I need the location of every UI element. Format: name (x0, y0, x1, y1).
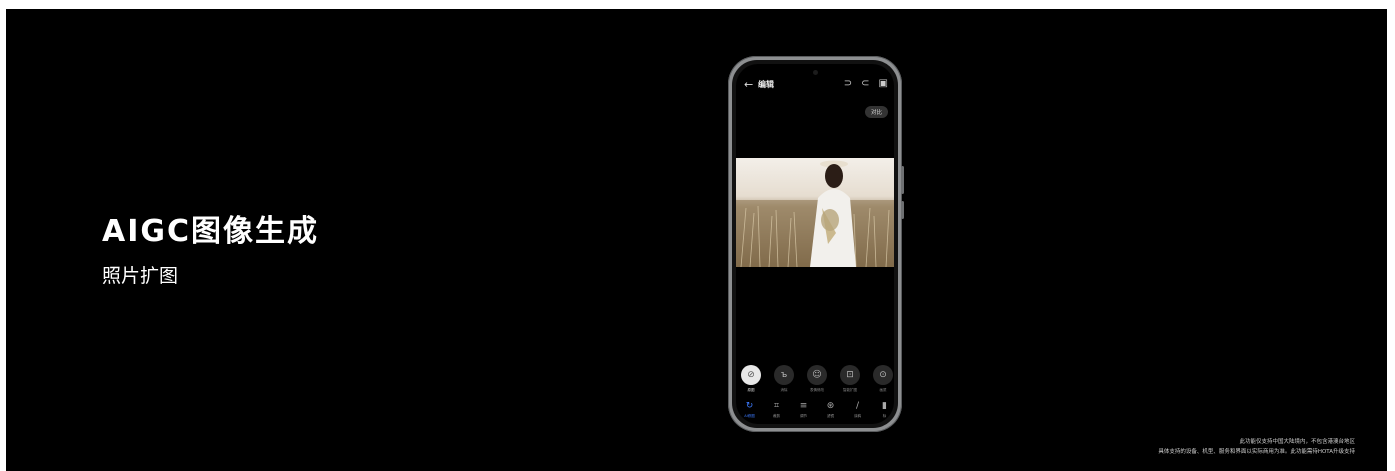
tab-label: 标 (882, 414, 887, 418)
ai-icon: ↻ (745, 401, 754, 411)
phone-side-button (901, 166, 904, 194)
photo-preview[interactable] (736, 158, 894, 267)
tool-expand[interactable]: ⊡ 智能扩图 (839, 365, 861, 393)
face-icon: ☺ (807, 365, 827, 385)
tool-label: 智能扩图 (843, 388, 857, 392)
tab-crop[interactable]: ⌗ 裁剪 (767, 401, 787, 419)
filter-icon: ⊛ (826, 401, 835, 411)
more-icon: ▮ (882, 401, 887, 411)
settings-icon: ⊙ (873, 365, 893, 385)
woman-in-wheat-field-image (736, 158, 894, 267)
slide-subtitle: 照片扩图 (102, 265, 179, 287)
editor-topbar: ← 编辑 ⊃ ⊂ ▣ (736, 77, 894, 95)
tool-label: 消除 (780, 388, 788, 392)
tool-label: 画质 (879, 388, 887, 392)
tool-original[interactable]: ⊘ 原图 (740, 365, 762, 393)
footnote-line-1: 此功能仅支持中国大陆境内，不包含港澳台地区 (1239, 439, 1355, 445)
eraser-icon: ъ (774, 365, 794, 385)
editor-tab-bar: ↻ AI修图 ⌗ 裁剪 ≡ 调节 ⊛ 滤镜 / 涂鸦 ▮ 标 (736, 401, 894, 419)
front-camera (813, 70, 818, 75)
phone-screen: ← 编辑 ⊃ ⊂ ▣ 对比 ⊘ 原图 ъ 消除 ☺ 表情修改 ⊡ 智能扩图 ⊙ … (736, 64, 894, 424)
brush-icon: / (855, 401, 860, 411)
tab-label: 滤镜 (827, 414, 834, 418)
slide-title: AIGC图像生成 (102, 214, 320, 249)
adjust-icon: ≡ (799, 401, 808, 411)
ai-tool-row: ⊘ 原图 ъ 消除 ☺ 表情修改 ⊡ 智能扩图 ⊙ 画质 (740, 365, 894, 393)
tab-ai-edit[interactable]: ↻ AI修图 (740, 401, 760, 419)
tab-label: AI修图 (744, 414, 755, 418)
redo-icon[interactable]: ⊂ (861, 78, 869, 89)
phone-side-button-lower (901, 201, 904, 219)
tab-label: 裁剪 (773, 414, 780, 418)
expand-icon: ⊡ (840, 365, 860, 385)
tool-quality[interactable]: ⊙ 画质 (872, 365, 894, 393)
footnote-line-2: 具体支持的设备、机型、服务和界面以实际商用为准。此功能需待HOTA升级支持 (1158, 449, 1355, 455)
tool-expression[interactable]: ☺ 表情修改 (806, 365, 828, 393)
compare-button[interactable]: 对比 (864, 106, 888, 118)
editor-title: 编辑 (758, 80, 774, 89)
tool-label: 原图 (747, 388, 755, 392)
tool-eraser[interactable]: ъ 消除 (773, 365, 795, 393)
tab-adjust[interactable]: ≡ 调节 (794, 401, 814, 419)
arrow-left-icon[interactable]: ← (744, 78, 753, 91)
undo-icon[interactable]: ⊃ (844, 78, 852, 89)
presentation-slide: AIGC图像生成 照片扩图 ← 编辑 ⊃ ⊂ ▣ 对比 ⊘ 原图 ъ 消除 ☺ … (6, 9, 1387, 471)
block-icon: ⊘ (741, 365, 761, 385)
tool-label: 表情修改 (810, 388, 824, 392)
crop-icon: ⌗ (773, 401, 780, 411)
save-icon[interactable]: ▣ (879, 78, 888, 89)
phone-mockup: ← 编辑 ⊃ ⊂ ▣ 对比 ⊘ 原图 ъ 消除 ☺ 表情修改 ⊡ 智能扩图 ⊙ … (728, 56, 904, 432)
tab-filter[interactable]: ⊛ 滤镜 (821, 401, 841, 419)
tab-more[interactable]: ▮ 标 (875, 401, 895, 419)
tab-doodle[interactable]: / 涂鸦 (848, 401, 868, 419)
tab-label: 涂鸦 (854, 414, 861, 418)
tab-label: 调节 (800, 414, 807, 418)
disclaimer-footnote: 此功能仅支持中国大陆境内，不包含港澳台地区 具体支持的设备、机型、服务和界面以实… (1158, 437, 1355, 457)
